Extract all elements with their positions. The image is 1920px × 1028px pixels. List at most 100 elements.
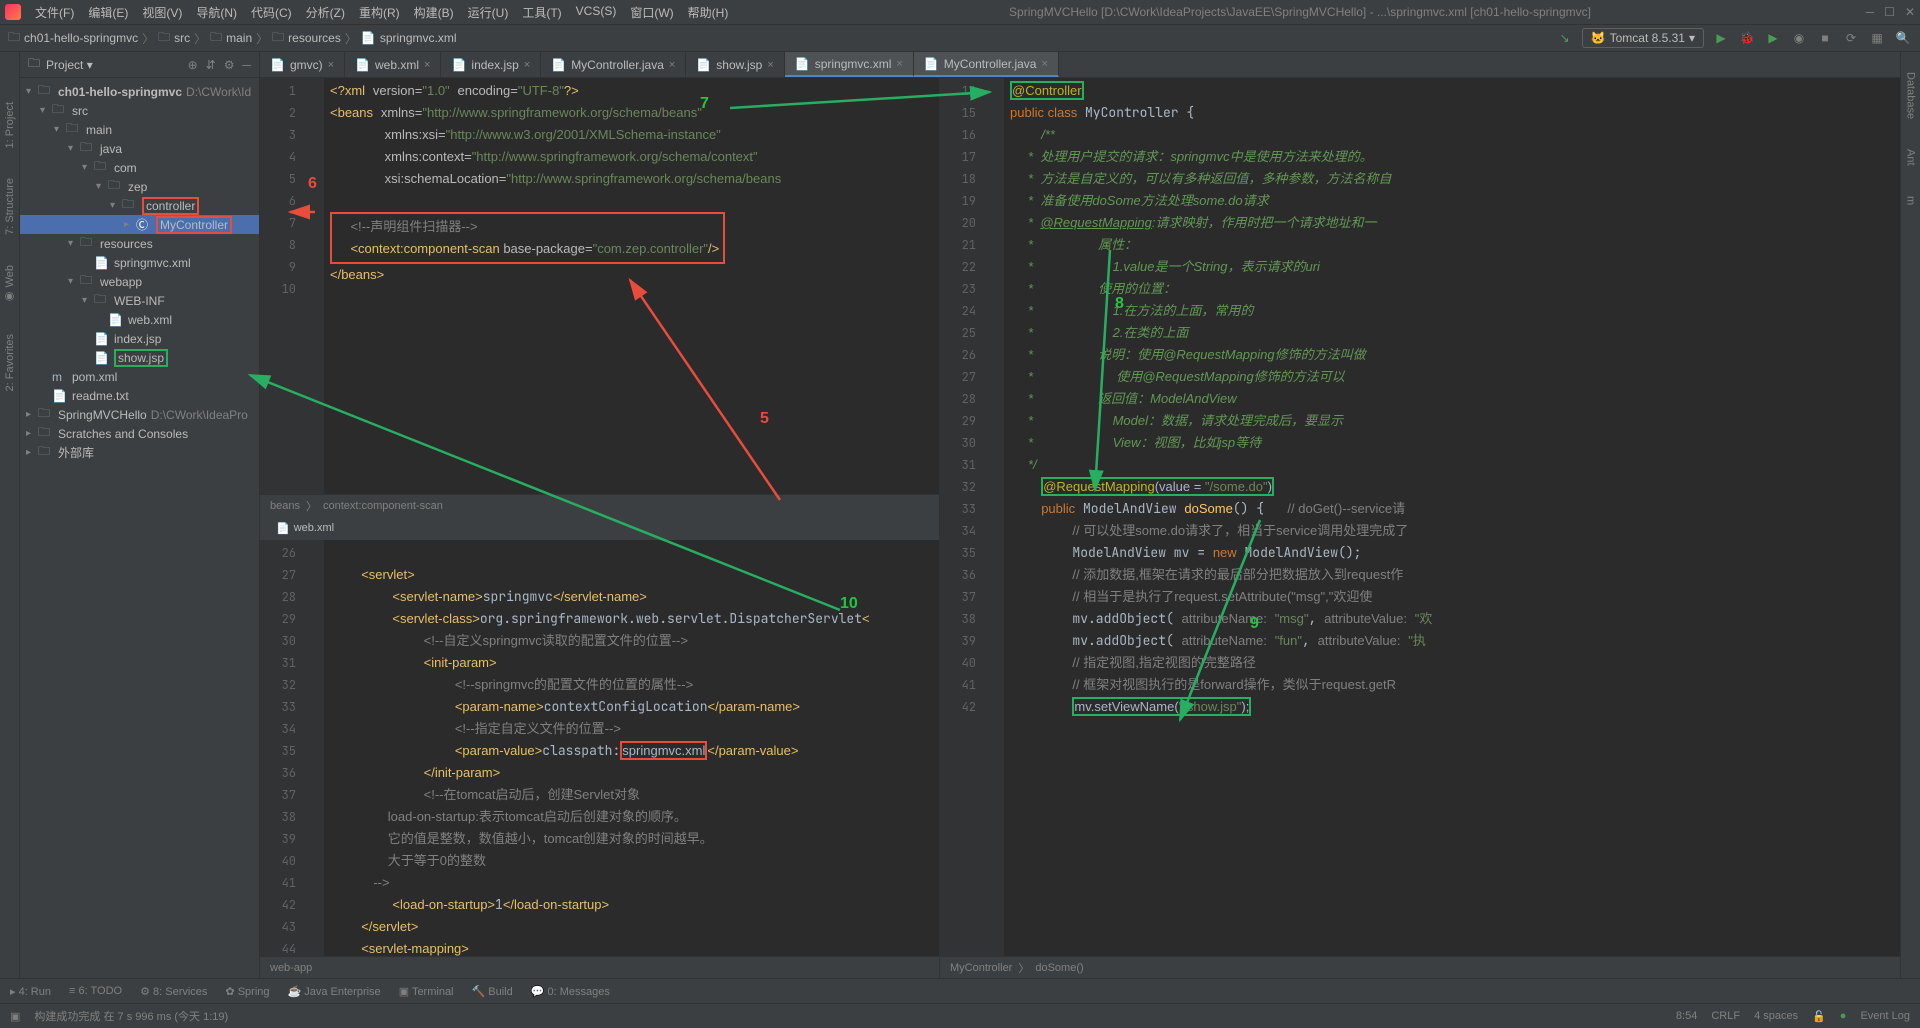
tab-show.jsp[interactable]: 📄show.jsp× xyxy=(686,52,784,77)
menu-window[interactable]: 窗口(W) xyxy=(624,1,679,24)
status-pos[interactable]: 8:54 xyxy=(1676,1010,1697,1022)
menu-tools[interactable]: 工具(T) xyxy=(516,1,567,24)
crumb-1[interactable]: src xyxy=(174,31,190,45)
menu-build[interactable]: 构建(B) xyxy=(408,1,460,24)
tab-MyController.java[interactable]: 📄MyController.java× xyxy=(541,52,686,77)
close-icon[interactable]: × xyxy=(524,59,530,71)
tab-index.jsp[interactable]: 📄index.jsp× xyxy=(441,52,541,77)
project-tree[interactable]: ▾🗀ch01-hello-springmvcD:\CWork\Id▾🗀src▾🗀… xyxy=(20,78,259,466)
menu-code[interactable]: 代码(C) xyxy=(245,1,298,24)
menu-vcs[interactable]: VCS(S) xyxy=(570,1,623,24)
close-icon[interactable]: × xyxy=(669,59,675,71)
tree-item-main[interactable]: ▾🗀main xyxy=(20,120,259,139)
tree-item-web.xml[interactable]: 📄web.xml xyxy=(20,310,259,329)
controller-editor[interactable]: @Controller public class MyController { … xyxy=(1004,78,1900,956)
rail-database[interactable]: Database xyxy=(1905,72,1917,119)
minimize-button[interactable]: ─ xyxy=(1866,5,1875,19)
close-icon[interactable]: × xyxy=(1041,58,1047,70)
tab-MyController.java[interactable]: 📄MyController.java× xyxy=(914,52,1059,77)
title-bar: 文件(F) 编辑(E) 视图(V) 导航(N) 代码(C) 分析(Z) 重构(R… xyxy=(0,0,1920,25)
collapse-icon[interactable]: ⇵ xyxy=(206,58,216,72)
menu-refactor[interactable]: 重构(R) xyxy=(353,1,406,24)
menu-help[interactable]: 帮助(H) xyxy=(682,1,735,24)
stop-button[interactable]: ■ xyxy=(1816,29,1834,47)
tree-item-webapp[interactable]: ▾🗀webapp xyxy=(20,272,259,291)
build-icon[interactable]: ↘ xyxy=(1556,29,1574,47)
rail-project[interactable]: 1: Project xyxy=(4,102,16,148)
tree-item-resources[interactable]: ▾🗀resources xyxy=(20,234,259,253)
bottom-tool[interactable]: 💬 0: Messages xyxy=(531,985,610,998)
menu-navigate[interactable]: 导航(N) xyxy=(190,1,243,24)
close-icon[interactable]: × xyxy=(328,59,334,71)
close-icon[interactable]: × xyxy=(424,59,430,71)
menu-run[interactable]: 运行(U) xyxy=(462,1,515,24)
tab-springmvc.xml[interactable]: 📄springmvc.xml× xyxy=(785,52,914,77)
structure-icon[interactable]: ▦ xyxy=(1868,29,1886,47)
run-config-selector[interactable]: 🐱 Tomcat 8.5.31▾ xyxy=(1582,28,1704,48)
git-update-icon[interactable]: ⟳ xyxy=(1842,29,1860,47)
tree-item-java[interactable]: ▾🗀java xyxy=(20,139,259,158)
tab-gmvc)[interactable]: 📄gmvc)× xyxy=(260,52,345,77)
bottom-tool[interactable]: 🔨 Build xyxy=(472,985,513,998)
crumb-3[interactable]: resources xyxy=(288,31,341,45)
event-log[interactable]: Event Log xyxy=(1860,1010,1910,1022)
rail-structure[interactable]: 7: Structure xyxy=(4,178,16,235)
menu-edit[interactable]: 编辑(E) xyxy=(82,1,134,24)
rail-favorites[interactable]: 2: Favorites xyxy=(4,334,16,391)
tree-item-Scratches and Consoles[interactable]: ▸🗀Scratches and Consoles xyxy=(20,424,259,443)
bottom-tool[interactable]: ☕ Java Enterprise xyxy=(288,985,381,998)
tree-item-MyController[interactable]: ▸ⒸMyController xyxy=(20,215,259,234)
rail-web[interactable]: ◉ Web xyxy=(3,265,16,303)
rail-maven[interactable]: m xyxy=(1905,196,1917,205)
crumb-4[interactable]: springmvc.xml xyxy=(380,31,457,45)
left-tool-rail: 1: Project 7: Structure ◉ Web 2: Favorit… xyxy=(0,52,20,978)
bottom-tool[interactable]: ▣ Terminal xyxy=(399,985,454,998)
tree-item-com[interactable]: ▾🗀com xyxy=(20,158,259,177)
panel-title[interactable]: Project ▾ xyxy=(46,58,182,72)
lock-icon[interactable]: 🔓 xyxy=(1812,1010,1826,1023)
close-button[interactable]: ✕ xyxy=(1905,5,1915,19)
tree-item-readme.txt[interactable]: 📄readme.txt xyxy=(20,386,259,405)
maximize-button[interactable]: ☐ xyxy=(1884,5,1895,19)
crumb-2[interactable]: main xyxy=(226,31,252,45)
close-icon[interactable]: × xyxy=(767,59,773,71)
tree-item-index.jsp[interactable]: 📄index.jsp xyxy=(20,329,259,348)
profile-button[interactable]: ◉ xyxy=(1790,29,1808,47)
bottom-tool[interactable]: ≡ 6: TODO xyxy=(69,985,122,997)
status-indent[interactable]: 4 spaces xyxy=(1754,1010,1798,1022)
bottom-tool[interactable]: ▸ 4: Run xyxy=(10,985,51,998)
hide-icon[interactable]: ─ xyxy=(242,58,251,72)
springmvc-editor[interactable]: <?xml version="1.0" encoding="UTF-8"?> <… xyxy=(324,78,939,494)
xml-icon: 📄 xyxy=(361,31,376,45)
tree-item-src[interactable]: ▾🗀src xyxy=(20,101,259,120)
bottom-tool[interactable]: ⚙ 8: Services xyxy=(140,985,207,998)
run-button[interactable]: ▶ xyxy=(1712,29,1730,47)
tree-item-springmvc.xml[interactable]: 📄springmvc.xml xyxy=(20,253,259,272)
tree-item-controller[interactable]: ▾🗀controller xyxy=(20,196,259,215)
rail-ant[interactable]: Ant xyxy=(1905,149,1917,166)
tab-web.xml[interactable]: 📄web.xml× xyxy=(345,52,441,77)
menu-view[interactable]: 视图(V) xyxy=(136,1,188,24)
tree-root[interactable]: ▾🗀ch01-hello-springmvcD:\CWork\Id xyxy=(20,82,259,101)
status-icon[interactable]: ▣ xyxy=(10,1010,20,1023)
tree-item-外部库[interactable]: ▸🗀外部库 xyxy=(20,443,259,462)
breadcrumb: 🗀 ch01-hello-springmvc〉 🗀 src〉 🗀 main〉 🗀… xyxy=(8,28,457,49)
tree-item-SpringMVCHello[interactable]: ▸🗀SpringMVCHelloD:\CWork\IdeaPro xyxy=(20,405,259,424)
status-crlf[interactable]: CRLF xyxy=(1711,1010,1740,1022)
locate-icon[interactable]: ⊕ xyxy=(188,58,198,72)
folder-icon: 🗀 xyxy=(210,28,222,49)
crumb-0[interactable]: ch01-hello-springmvc xyxy=(24,31,138,45)
tree-item-pom.xml[interactable]: mpom.xml xyxy=(20,367,259,386)
tree-item-show.jsp[interactable]: 📄show.jsp xyxy=(20,348,259,367)
debug-button[interactable]: 🐞 xyxy=(1738,29,1756,47)
tree-item-zep[interactable]: ▾🗀zep xyxy=(20,177,259,196)
tree-item-WEB-INF[interactable]: ▾🗀WEB-INF xyxy=(20,291,259,310)
search-icon[interactable]: 🔍 xyxy=(1894,29,1912,47)
springmvc-crumb: beans〉context:component-scan xyxy=(260,494,939,516)
bottom-tool[interactable]: ✿ Spring xyxy=(225,985,269,998)
close-icon[interactable]: × xyxy=(896,58,902,70)
gear-icon[interactable]: ⚙ xyxy=(224,58,235,72)
coverage-button[interactable]: ▶ xyxy=(1764,29,1782,47)
menu-analyze[interactable]: 分析(Z) xyxy=(300,1,351,24)
menu-file[interactable]: 文件(F) xyxy=(29,1,80,24)
